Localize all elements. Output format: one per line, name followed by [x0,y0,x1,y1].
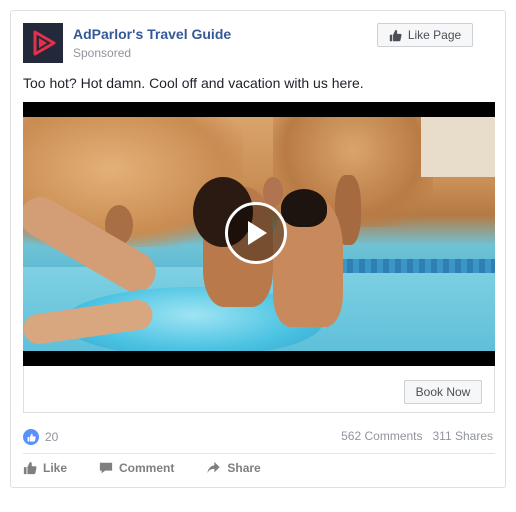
video-player[interactable] [23,102,495,366]
comment-action-label: Comment [119,461,175,475]
actions-divider [23,453,495,454]
sponsored-label[interactable]: Sponsored [73,46,131,60]
reaction-summary[interactable]: 20 [23,429,58,445]
share-action-button[interactable]: Share [206,461,261,475]
share-icon [207,461,220,474]
like-reaction-icon [23,429,39,445]
like-page-label: Like Page [407,28,462,42]
link-attachment-footer: Book Now [23,366,495,413]
page-avatar[interactable] [23,23,63,63]
book-now-button[interactable]: Book Now [404,380,482,404]
play-icon [248,221,267,245]
comment-action-button[interactable]: Comment [99,461,174,475]
engagement-stats: 562 Comments 311 Shares [341,429,493,443]
page-name-link[interactable]: AdParlor's Travel Guide [73,26,231,42]
post-actions-bar: Like Comment Share [23,461,261,475]
comment-icon [99,462,113,474]
comments-count-link[interactable]: 562 Comments [341,429,422,443]
shares-count-link[interactable]: 311 Shares [433,429,494,443]
post-text: Too hot? Hot damn. Cool off and vacation… [23,75,364,91]
like-count: 20 [45,430,59,444]
like-page-button[interactable]: Like Page [377,23,473,47]
play-button[interactable] [225,202,287,264]
adparlor-logo-icon [33,30,56,56]
thumbs-up-icon [389,29,402,41]
like-action-button[interactable]: Like [23,461,67,475]
thumbs-up-icon [23,461,37,475]
share-action-label: Share [227,461,261,475]
sponsored-post-card: AdParlor's Travel Guide Sponsored Like P… [10,10,506,488]
like-action-label: Like [43,461,68,475]
